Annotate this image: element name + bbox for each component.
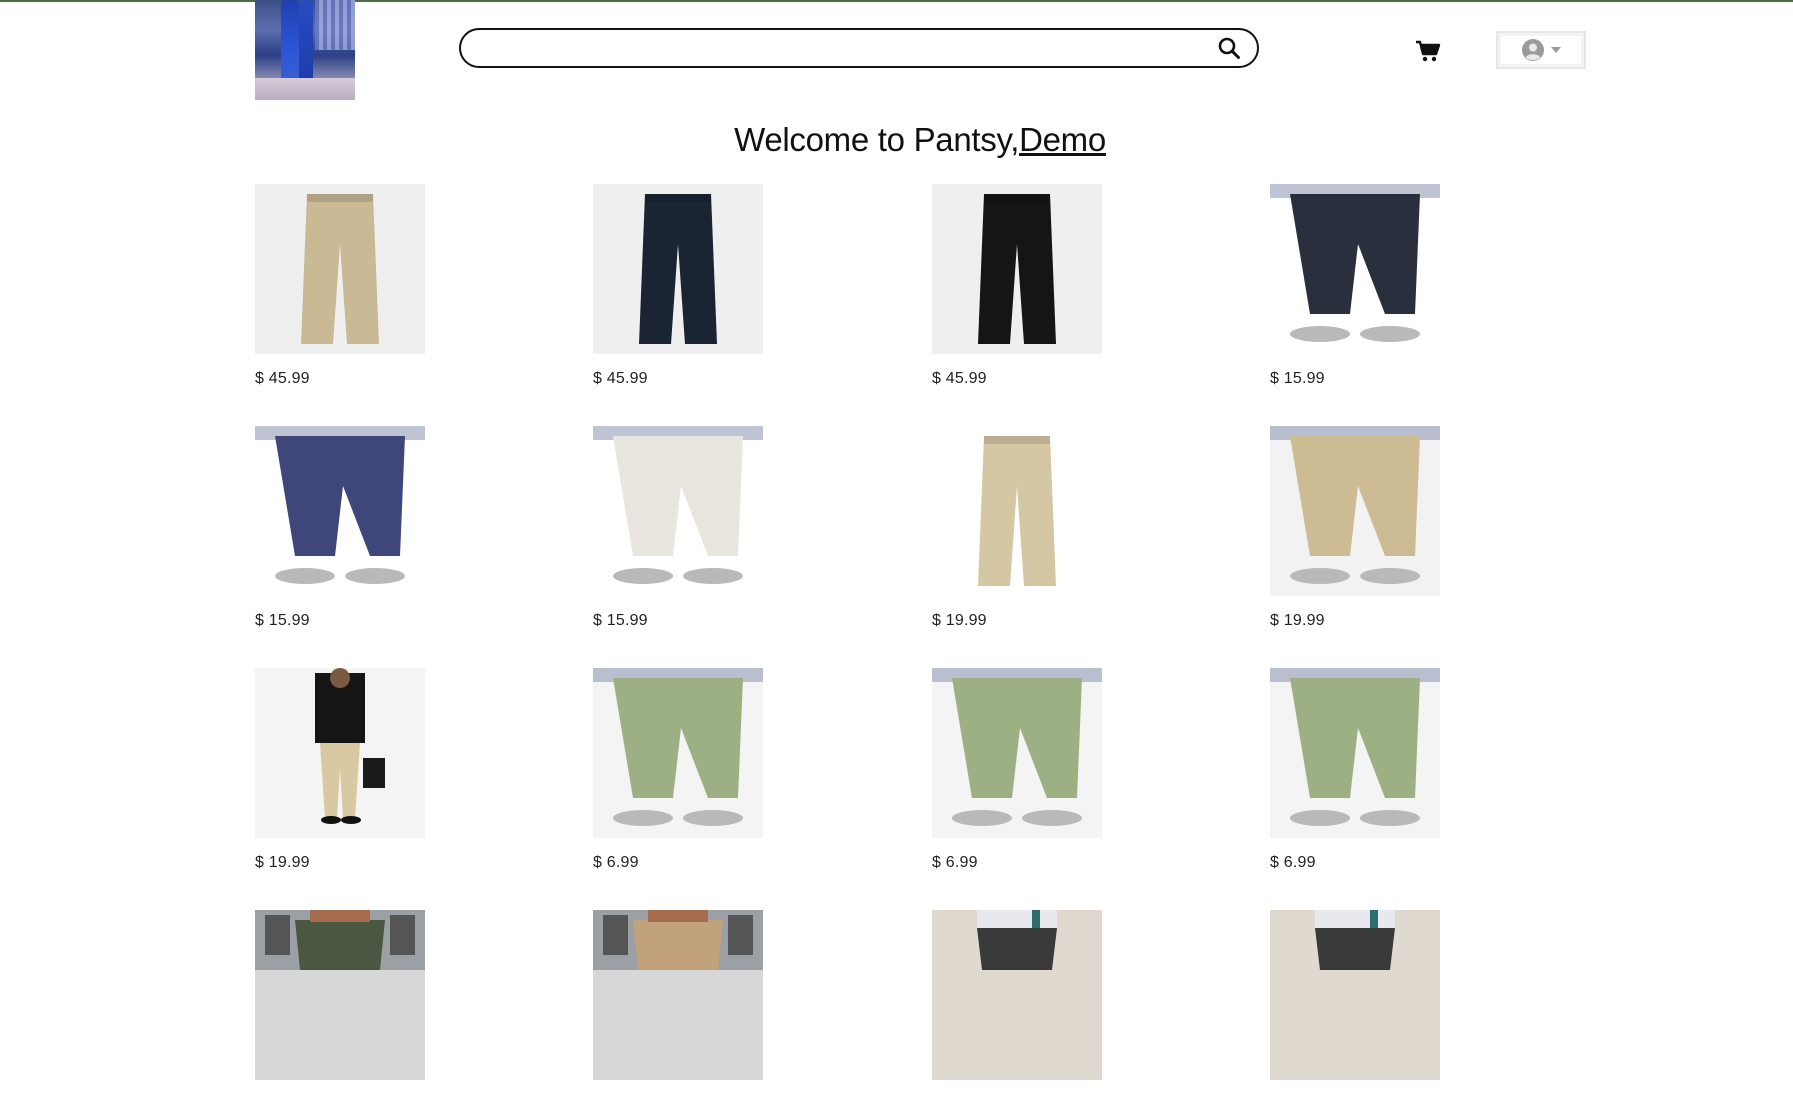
product-image[interactable] — [255, 910, 425, 1080]
product-image[interactable] — [255, 668, 425, 838]
welcome-text: Welcome to Pantsy, — [734, 121, 1020, 158]
pants-graphic — [1270, 184, 1440, 342]
product-image[interactable] — [932, 668, 1102, 838]
product-image[interactable] — [1270, 668, 1440, 838]
product-card[interactable]: $ 19.99 — [255, 668, 425, 872]
product-price: $ 45.99 — [255, 370, 310, 387]
product-image[interactable] — [593, 910, 763, 1080]
product-price: $ 45.99 — [932, 370, 987, 387]
pants-graphic — [593, 668, 763, 826]
product-card[interactable]: $ 45.99 — [593, 184, 763, 388]
pants-graphic — [255, 426, 425, 584]
product-image[interactable] — [1270, 184, 1440, 354]
welcome-heading: Welcome to Pantsy,Demo — [0, 121, 1793, 159]
product-price: $ 15.99 — [593, 612, 648, 629]
pants-graphic — [977, 910, 1057, 970]
pants-graphic — [639, 194, 717, 344]
product-price: $ 15.99 — [1270, 370, 1325, 387]
pants-graphic — [593, 910, 763, 970]
pants-graphic — [301, 194, 379, 344]
search-icon[interactable] — [1209, 30, 1249, 66]
pants-graphic — [978, 436, 1056, 586]
product-card[interactable]: $ 19.99 — [1270, 426, 1440, 630]
product-price: $ 15.99 — [255, 612, 310, 629]
pants-graphic — [978, 194, 1056, 344]
account-menu-button[interactable] — [1496, 31, 1586, 69]
product-image[interactable] — [593, 184, 763, 354]
user-avatar-icon — [1522, 39, 1544, 61]
account-menu-inner — [1501, 36, 1581, 64]
product-price: $ 19.99 — [255, 854, 310, 871]
brand-logo[interactable] — [255, 0, 355, 100]
logo-stage-graphic — [255, 78, 355, 100]
product-card[interactable]: $ 45.99 — [932, 184, 1102, 388]
pants-graphic — [1270, 668, 1440, 826]
pants-graphic — [932, 668, 1102, 826]
search-bar — [459, 28, 1259, 68]
product-price: $ 6.99 — [593, 854, 639, 871]
product-card[interactable]: $ 15.99 — [593, 426, 763, 630]
cart-icon[interactable] — [1414, 38, 1442, 64]
chevron-down-icon — [1551, 47, 1561, 53]
product-image[interactable] — [255, 426, 425, 596]
product-image[interactable] — [932, 910, 1102, 1080]
product-card[interactable]: $ 15.99 — [1270, 184, 1440, 388]
product-image[interactable] — [932, 184, 1102, 354]
product-price: $ 6.99 — [932, 854, 978, 871]
product-image[interactable] — [1270, 426, 1440, 596]
logo-jeans-graphic-2 — [299, 0, 313, 88]
product-price: $ 19.99 — [1270, 612, 1325, 629]
product-price: $ 45.99 — [593, 370, 648, 387]
logo-jeans-graphic — [281, 0, 299, 88]
pants-graphic — [1315, 910, 1395, 970]
username-link[interactable]: Demo — [1019, 121, 1106, 158]
product-image[interactable] — [932, 426, 1102, 596]
search-input[interactable] — [479, 32, 1209, 64]
pants-graphic — [593, 426, 763, 584]
product-image[interactable] — [255, 184, 425, 354]
product-card[interactable]: $ 6.99 — [1270, 668, 1440, 872]
product-card[interactable] — [255, 910, 425, 1096]
product-card[interactable]: $ 6.99 — [593, 668, 763, 872]
product-price: $ 19.99 — [932, 612, 987, 629]
logo-crowd-graphic — [315, 0, 355, 50]
product-image[interactable] — [593, 668, 763, 838]
product-card[interactable]: $ 45.99 — [255, 184, 425, 388]
pants-graphic — [1270, 426, 1440, 584]
product-card[interactable] — [1270, 910, 1440, 1096]
pants-graphic — [255, 910, 425, 970]
product-image[interactable] — [1270, 910, 1440, 1080]
product-card[interactable]: $ 15.99 — [255, 426, 425, 630]
product-price: $ 6.99 — [1270, 854, 1316, 871]
product-card[interactable]: $ 19.99 — [932, 426, 1102, 630]
product-image[interactable] — [593, 426, 763, 596]
product-card[interactable]: $ 6.99 — [932, 668, 1102, 872]
product-card[interactable] — [932, 910, 1102, 1096]
pants-graphic — [315, 668, 385, 824]
product-card[interactable] — [593, 910, 763, 1096]
